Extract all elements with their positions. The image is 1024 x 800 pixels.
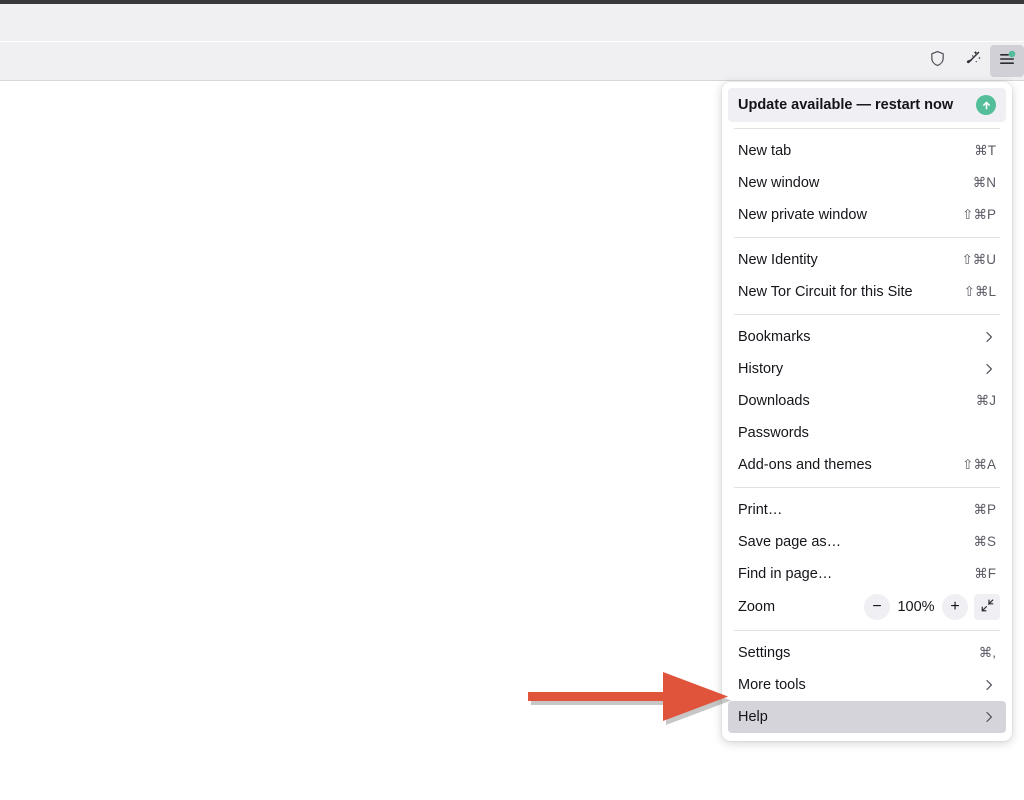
menu-item-bookmarks[interactable]: Bookmarks [728, 321, 1006, 353]
menu-item-shortcut: ⌘N [973, 175, 996, 191]
menu-item-label: New window [738, 175, 961, 191]
update-arrow-icon [976, 95, 996, 115]
chevron-right-icon [982, 678, 996, 692]
toolbar-button-group [920, 45, 1024, 77]
menu-item-shortcut: ⌘, [979, 645, 996, 661]
menu-item-new-tor-circuit[interactable]: New Tor Circuit for this Site ⇧⌘L [728, 276, 1006, 308]
shield-icon-button[interactable] [920, 45, 954, 77]
menu-item-shortcut: ⇧⌘P [962, 207, 996, 223]
menu-item-addons-and-themes[interactable]: Add-ons and themes ⇧⌘A [728, 449, 1006, 481]
menu-item-new-identity[interactable]: New Identity ⇧⌘U [728, 244, 1006, 276]
menu-separator [734, 128, 1000, 129]
menu-item-update-available[interactable]: Update available — restart now [728, 88, 1006, 122]
menu-item-label: New private window [738, 207, 950, 223]
menu-separator [734, 314, 1000, 315]
app-menu-panel: Update available — restart now New tab ⌘… [722, 82, 1012, 741]
menu-item-label: New tab [738, 143, 962, 159]
menu-item-label: Help [738, 709, 970, 725]
zoom-level-value: 100% [892, 599, 940, 615]
menu-item-print[interactable]: Print… ⌘P [728, 494, 1006, 526]
menu-item-label: Downloads [738, 393, 964, 409]
menu-separator [734, 630, 1000, 631]
menu-item-more-tools[interactable]: More tools [728, 669, 1006, 701]
shield-icon [929, 50, 946, 72]
chevron-right-icon [982, 362, 996, 376]
zoom-controls: − 100% + [864, 594, 1000, 620]
menu-item-new-window[interactable]: New window ⌘N [728, 167, 1006, 199]
zoom-in-button[interactable]: + [942, 594, 968, 620]
update-badge-dot [1009, 50, 1016, 57]
zoom-control-row: Zoom − 100% + [728, 590, 1006, 624]
menu-item-shortcut: ⌘T [974, 143, 996, 159]
menu-item-passwords[interactable]: Passwords [728, 417, 1006, 449]
zoom-label: Zoom [738, 599, 864, 615]
menu-separator [734, 487, 1000, 488]
menu-item-shortcut: ⌘S [973, 534, 996, 550]
menu-item-shortcut: ⌘F [974, 566, 996, 582]
menu-item-new-tab[interactable]: New tab ⌘T [728, 135, 1006, 167]
menu-item-label: More tools [738, 677, 970, 693]
menu-item-history[interactable]: History [728, 353, 1006, 385]
app-menu-hamburger-icon [998, 50, 1016, 73]
menu-item-save-page-as[interactable]: Save page as… ⌘S [728, 526, 1006, 558]
browser-window: Update available — restart now New tab ⌘… [0, 0, 1024, 800]
menu-item-shortcut: ⌘J [976, 393, 996, 409]
menu-item-label: Find in page… [738, 566, 962, 582]
menu-item-shortcut: ⌘P [973, 502, 996, 518]
tab-strip-area [0, 4, 1024, 41]
menu-item-label: Print… [738, 502, 961, 518]
menu-item-label: Update available — restart now [738, 97, 966, 113]
fullscreen-expand-icon-button[interactable] [974, 594, 1000, 620]
menu-item-shortcut: ⇧⌘A [962, 457, 996, 473]
chevron-right-icon [982, 710, 996, 724]
menu-item-help[interactable]: Help [728, 701, 1006, 733]
navigation-toolbar [0, 42, 1024, 81]
menu-item-label: History [738, 361, 970, 377]
menu-item-shortcut: ⇧⌘U [961, 252, 996, 268]
chevron-right-icon [982, 330, 996, 344]
menu-item-label: Settings [738, 645, 967, 661]
menu-item-settings[interactable]: Settings ⌘, [728, 637, 1006, 669]
menu-item-new-private-window[interactable]: New private window ⇧⌘P [728, 199, 1006, 231]
menu-item-label: Passwords [738, 425, 984, 441]
menu-item-label: Add-ons and themes [738, 457, 950, 473]
new-identity-wand-icon [963, 49, 982, 73]
menu-item-label: Save page as… [738, 534, 961, 550]
app-menu-button[interactable] [990, 45, 1024, 77]
menu-item-downloads[interactable]: Downloads ⌘J [728, 385, 1006, 417]
menu-separator [734, 237, 1000, 238]
menu-item-label: New Tor Circuit for this Site [738, 284, 952, 300]
menu-item-find-in-page[interactable]: Find in page… ⌘F [728, 558, 1006, 590]
new-identity-button[interactable] [955, 45, 989, 77]
menu-item-label: Bookmarks [738, 329, 970, 345]
menu-item-label: New Identity [738, 252, 949, 268]
fullscreen-expand-icon [980, 598, 995, 617]
menu-item-shortcut: ⇧⌘L [964, 284, 996, 300]
zoom-out-button[interactable]: − [864, 594, 890, 620]
